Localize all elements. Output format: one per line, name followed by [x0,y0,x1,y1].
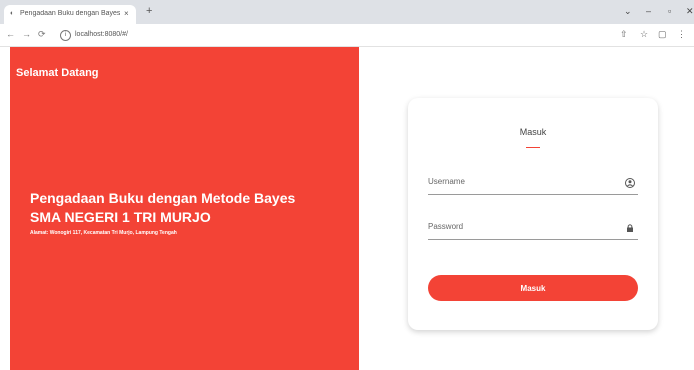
tab-title: Pengadaan Buku dengan Bayes [20,10,120,17]
password-input[interactable] [428,222,608,231]
url-field[interactable]: i localhost:8080/#/ [60,28,600,42]
maximize-icon[interactable]: ▫ [668,6,671,16]
browser-tab[interactable]: ◐ Pengadaan Buku dengan Bayes × [4,5,136,24]
reload-icon[interactable]: ⟳ [38,29,46,39]
site-info-icon[interactable]: i [60,29,71,41]
close-window-icon[interactable]: ✕ [686,6,694,16]
share-icon[interactable]: ⇧ [620,29,628,39]
school-address: Alamat: Wonogiri 117, Kecamatan Tri Murj… [30,230,177,236]
welcome-panel: Selamat Datang Pengadaan Buku dengan Met… [10,47,359,370]
school-name: SMA NEGERI 1 TRI MURJO [30,209,211,225]
password-field [428,219,638,240]
browser-tab-bar: ◐ Pengadaan Buku dengan Bayes × + ⌄ – ▫ … [0,0,694,24]
title-underline [526,147,540,148]
login-submit-button[interactable]: Masuk [428,275,638,301]
minimize-icon[interactable]: – [646,6,651,16]
side-panel-icon[interactable]: ▢ [658,29,667,39]
page-favicon-icon: ◐ [10,10,15,17]
login-title: Masuk [519,127,547,137]
back-icon[interactable]: ← [6,29,15,39]
welcome-text: Selamat Datang [16,67,99,79]
url-text: localhost:8080/#/ [75,31,128,38]
bookmark-star-icon[interactable]: ☆ [640,29,648,39]
user-circle-icon [624,176,636,188]
tab-search-icon[interactable]: ⌄ [624,6,632,16]
username-input[interactable] [428,177,608,186]
lock-icon [624,221,636,233]
username-field [428,174,638,195]
new-tab-button[interactable]: + [146,6,152,17]
tab-close-icon[interactable]: × [124,9,129,18]
login-card: Masuk Masuk [408,98,658,330]
forward-icon[interactable]: → [22,29,31,39]
profile-menu-icon[interactable]: ⋮ [677,29,686,39]
app-title: Pengadaan Buku dengan Metode Bayes [30,190,296,206]
browser-address-bar: ← → ⟳ i localhost:8080/#/ ⇧ ☆ ▢ ⋮ [0,24,694,47]
